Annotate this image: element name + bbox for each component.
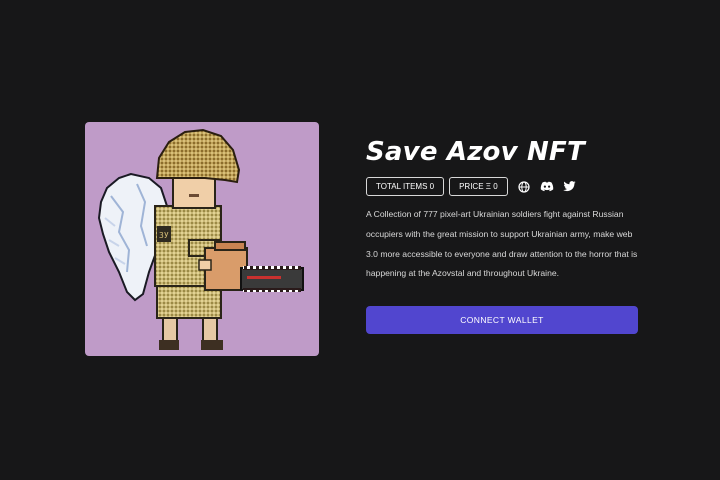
stats-row: TOTAL ITEMS 0 PRICE Ξ 0 (366, 177, 640, 196)
globe-icon-svg (518, 180, 530, 193)
collection-description: A Collection of 777 pixel-art Ukrainian … (366, 209, 638, 279)
svg-text:ЗУ: ЗУ (159, 231, 169, 240)
connect-wallet-button[interactable]: CONNECT WALLET (366, 306, 638, 334)
price-badge: PRICE Ξ 0 (449, 177, 508, 196)
globe-icon[interactable] (517, 180, 531, 194)
collection-title: Save Azov NFT (366, 137, 585, 167)
twitter-icon-svg (563, 181, 576, 192)
discord-icon[interactable] (540, 180, 554, 194)
collection-info: Save Azov NFT TOTAL ITEMS 0 PRICE Ξ 0 A … (366, 134, 640, 334)
twitter-icon[interactable] (563, 180, 577, 194)
discord-icon-svg (540, 181, 553, 192)
nft-artwork: ЗУ (85, 122, 319, 356)
page: ЗУ Save Azov NFT TOTAL ITEMS 0 PRICE Ξ 0 (0, 0, 720, 480)
soldier-angel-illustration: ЗУ (97, 128, 304, 350)
total-items-badge: TOTAL ITEMS 0 (366, 177, 445, 196)
